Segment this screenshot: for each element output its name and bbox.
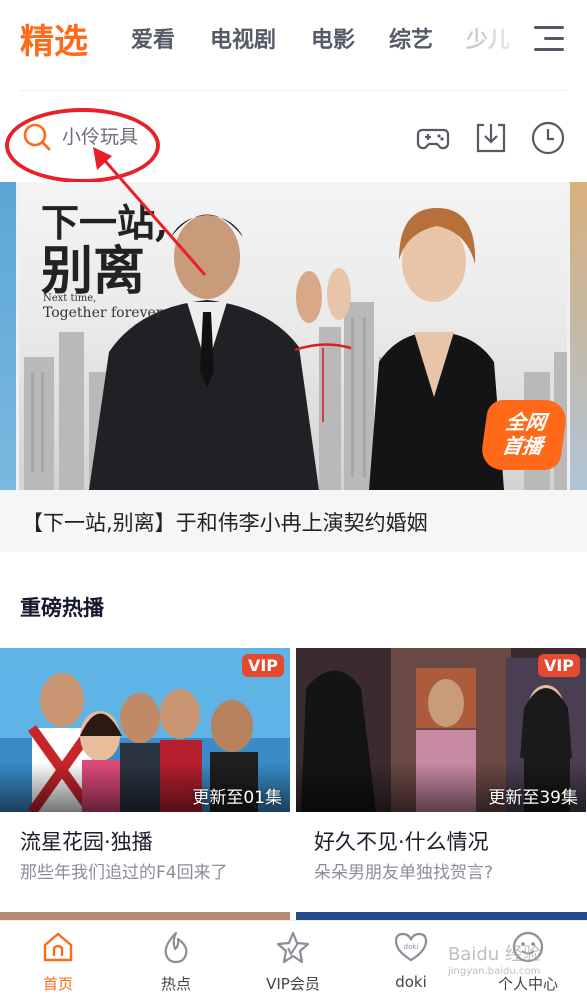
poster-title-line1: 下一站, bbox=[41, 200, 169, 245]
tab-movies[interactable]: 电影 bbox=[311, 22, 355, 54]
nav-vip-label: VIP会员 bbox=[266, 975, 320, 993]
nav-vip[interactable]: VIP会员 bbox=[243, 929, 343, 994]
tab-featured[interactable]: 精选 bbox=[20, 14, 88, 63]
episode-update-label: 更新至39集 bbox=[488, 788, 578, 808]
doki-heart-icon: doki bbox=[394, 932, 428, 962]
banner-caption-bar[interactable]: 【下一站,别离】于和伟李小冉上演契约婚姻 bbox=[0, 490, 587, 552]
channel-tab-bar: 精选 爱看 电视剧 电影 综艺 少儿 bbox=[0, 0, 587, 80]
game-controller-icon[interactable] bbox=[415, 120, 451, 156]
show-card[interactable]: VIP 更新至01集 流星花园·独播 那些年我们追过的F4回来了 bbox=[0, 648, 290, 883]
hero-banner[interactable]: 下一站, 别离 Next time, Together forever 全网 首… bbox=[19, 182, 567, 490]
tab-fade-overlay bbox=[480, 0, 535, 80]
nav-hot[interactable]: 热点 bbox=[126, 929, 226, 994]
tab-variety[interactable]: 综艺 bbox=[389, 22, 433, 54]
show-thumbnail: VIP 更新至01集 bbox=[0, 648, 290, 812]
baidu-watermark: Baidu 经验 jingyan.baidu.com bbox=[448, 944, 580, 994]
banner-prev-peek[interactable] bbox=[0, 182, 16, 490]
show-card[interactable]: VIP 更新至39集 好久不见·什么情况 朵朵男朋友单独找贺言? bbox=[296, 648, 586, 883]
banner-caption: 【下一站,别离】于和伟李小冉上演契约婚姻 bbox=[22, 511, 428, 535]
vip-star-icon bbox=[276, 931, 310, 964]
poster-title: 下一站, 别离 bbox=[41, 204, 168, 298]
history-clock-icon[interactable] bbox=[530, 120, 566, 156]
menu-icon[interactable] bbox=[534, 26, 564, 51]
show-subtitle: 那些年我们追过的F4回来了 bbox=[20, 863, 228, 883]
header-divider bbox=[20, 90, 567, 91]
nav-hot-label: 热点 bbox=[160, 975, 191, 993]
poster-subtitle-line1: Next time, bbox=[43, 293, 97, 304]
download-icon[interactable] bbox=[473, 120, 509, 156]
premiere-badge-line1: 全网 bbox=[504, 410, 548, 434]
poster-subtitle: Next time, Together forever bbox=[43, 292, 162, 322]
nav-home[interactable]: 首页 bbox=[8, 929, 108, 994]
episode-update-label: 更新至01集 bbox=[192, 788, 282, 808]
premiere-badge-line2: 首播 bbox=[500, 434, 545, 458]
svg-text:doki: doki bbox=[404, 943, 419, 951]
show-thumbnail: VIP 更新至39集 bbox=[296, 648, 586, 812]
nav-home-label: 首页 bbox=[42, 975, 73, 993]
poster-title-line2: 别离 bbox=[41, 241, 146, 302]
show-title: 流星花园·独播 bbox=[20, 830, 153, 854]
section-title: 重磅热播 bbox=[20, 596, 104, 620]
tab-tv-series[interactable]: 电视剧 bbox=[210, 22, 276, 54]
poster-subtitle-line2: Together forever bbox=[43, 305, 163, 321]
home-icon bbox=[43, 932, 73, 962]
show-title: 好久不见·什么情况 bbox=[314, 830, 489, 854]
banner-next-peek[interactable] bbox=[570, 182, 587, 490]
watermark-line2: jingyan.baidu.com bbox=[448, 966, 541, 977]
vip-badge: VIP bbox=[241, 654, 284, 677]
annotation-circle bbox=[5, 108, 160, 183]
hero-banner-carousel[interactable]: 下一站, 别离 Next time, Together forever 全网 首… bbox=[0, 182, 587, 490]
flame-icon bbox=[164, 931, 188, 964]
show-subtitle: 朵朵男朋友单独找贺言? bbox=[314, 863, 494, 883]
premiere-badge: 全网 首播 bbox=[479, 400, 567, 470]
vip-badge: VIP bbox=[537, 654, 580, 677]
watermark-line1: Baidu 经验 bbox=[448, 944, 541, 965]
nav-doki[interactable]: doki doki bbox=[361, 929, 461, 991]
nav-doki-label: doki bbox=[395, 973, 427, 991]
app-screen: 精选 爱看 电视剧 电影 综艺 少儿 小伶玩具 bbox=[0, 0, 587, 1000]
tab-aikan[interactable]: 爱看 bbox=[131, 22, 175, 54]
